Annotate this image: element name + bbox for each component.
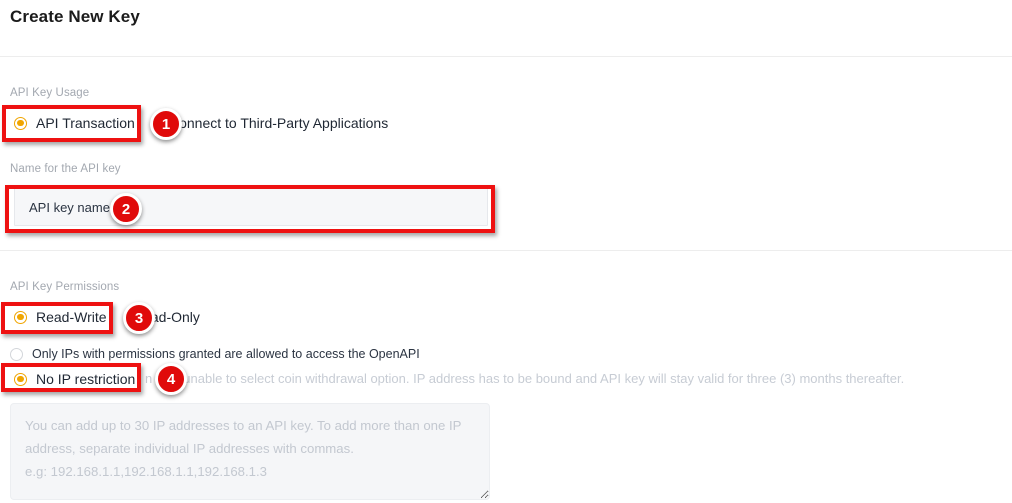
api-key-usage-label: API Key Usage bbox=[10, 87, 90, 99]
no-ip-restriction-warning: n risk, unable to select coin withdrawal… bbox=[136, 371, 904, 386]
no-ip-restriction-warning-text: n risk, unable to select coin withdrawal… bbox=[145, 371, 905, 386]
radio-label-connect-third-party: Connect to Third-Party Applications bbox=[169, 115, 389, 131]
radio-option-read-write[interactable]: Read-Write bbox=[14, 309, 107, 325]
step-badge-2: 2 bbox=[110, 193, 142, 225]
section-divider bbox=[0, 250, 1012, 251]
ip-address-textarea[interactable] bbox=[10, 403, 490, 500]
page-title: Create New Key bbox=[10, 7, 140, 26]
radio-icon-no-ip-restriction[interactable] bbox=[14, 372, 27, 386]
header-divider bbox=[0, 56, 1012, 57]
radio-label-read-write: Read-Write bbox=[36, 309, 107, 325]
step-badge-1: 1 bbox=[150, 108, 182, 140]
radio-option-connect-third-party[interactable]: Connect to Third-Party Applications bbox=[160, 115, 388, 131]
radio-label-no-ip-restriction: No IP restriction bbox=[36, 371, 136, 387]
radio-icon-read-write[interactable] bbox=[14, 310, 27, 324]
api-key-name-label: Name for the API key bbox=[10, 163, 121, 175]
radio-option-api-transaction[interactable]: API Transaction bbox=[14, 115, 135, 131]
radio-icon-api-transaction[interactable] bbox=[14, 116, 27, 130]
api-key-name-input[interactable] bbox=[14, 188, 488, 226]
create-new-key-panel: Create New Key API Key Usage API Transac… bbox=[0, 0, 1012, 503]
radio-option-no-ip-restriction[interactable]: No IP restriction bbox=[14, 371, 135, 387]
step-badge-4: 4 bbox=[155, 363, 187, 395]
step-badge-3: 3 bbox=[123, 302, 155, 334]
radio-option-only-ips-with-permissions[interactable]: Only IPs with permissions granted are al… bbox=[10, 347, 420, 361]
radio-label-api-transaction: API Transaction bbox=[36, 115, 135, 131]
api-key-permissions-label: API Key Permissions bbox=[10, 281, 120, 293]
radio-label-only-ips-with-permissions: Only IPs with permissions granted are al… bbox=[32, 347, 420, 361]
radio-icon-only-ips-with-permissions[interactable] bbox=[10, 347, 23, 361]
